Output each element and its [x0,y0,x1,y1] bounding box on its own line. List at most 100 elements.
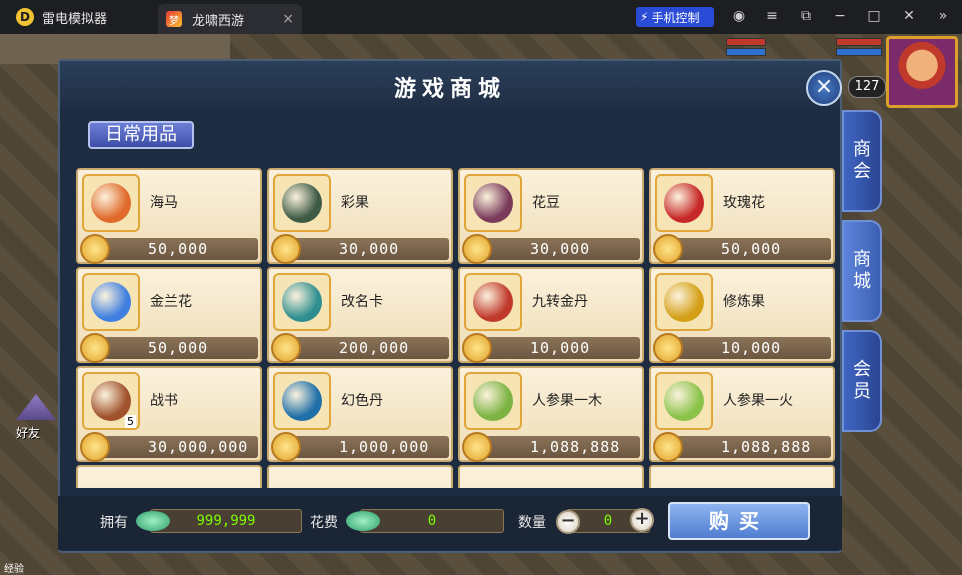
gold-coin-icon [80,234,110,264]
item-icon [655,174,713,232]
item-card[interactable]: 人参果一火 1,088,888 [649,366,835,462]
item-name: 金兰花 [150,294,192,310]
item-card[interactable]: 幻色丹 1,000,000 [267,366,453,462]
close-icon[interactable]: ✕ [900,8,918,24]
tab-game[interactable]: 梦 龙啸西游 × [158,4,302,34]
emulator-titlebar: D 雷电模拟器 梦 龙啸西游 × ⚡ 手机控制 ◉ ≡ ⧉ − □ ✕ » [0,0,962,34]
gold-coin-icon [80,432,110,462]
jade-icon [136,511,170,531]
gold-coin-icon [462,234,492,264]
tab-label: 龙啸西游 [192,13,245,29]
item-card[interactable]: 修炼果 10,000 [649,267,835,363]
tab-merchant-guild[interactable]: 商 会 [842,110,882,212]
tab-label: 商 [853,139,871,160]
game-icon: 梦 [166,11,182,27]
item-image [473,381,513,421]
shop-title-bar: 游戏商城 [60,61,840,109]
item-name: 花豆 [532,195,560,211]
exp-label: 经验 [4,564,24,575]
gold-coin-icon [462,333,492,363]
app-logo-icon: D [16,8,34,26]
tab-label: 会 [853,359,871,380]
item-icon [464,273,522,331]
account-icon[interactable]: ◉ [730,8,748,24]
item-card[interactable]: 人参果一木 1,088,888 [458,366,644,462]
friend-label: 好友 [16,426,41,440]
player-avatar[interactable] [886,36,958,108]
qty-plus-button[interactable]: + [630,508,654,532]
item-image [664,183,704,223]
item-card[interactable]: 海马 50,000 [76,168,262,264]
item-price: 50,000 [671,238,831,260]
phone-control-button[interactable]: ⚡ 手机控制 [636,7,714,27]
category-daily-items[interactable]: 日常用品 [88,121,194,149]
item-price: 10,000 [480,337,640,359]
app-name: 雷电模拟器 [42,11,108,27]
item-card[interactable]: 花豆 30,000 [458,168,644,264]
minimize-icon[interactable]: − [831,8,849,24]
menu-icon[interactable]: ≡ [763,8,781,24]
item-card[interactable] [267,465,453,488]
friend-hat-icon [16,394,56,420]
shop-title: 游戏商城 [393,77,506,102]
item-image [91,282,131,322]
hp-bar [726,38,766,46]
qty-minus-button[interactable]: − [556,510,580,534]
item-image [282,381,322,421]
item-name: 海马 [150,195,178,211]
item-name: 幻色丹 [341,393,383,409]
item-price: 30,000 [480,238,640,260]
item-name: 人参果一木 [532,393,602,409]
item-price: 30,000,000 [98,436,258,458]
gold-coin-icon [653,234,683,264]
buy-button[interactable]: 购买 [668,502,810,540]
cost-label: 花费 [310,515,338,531]
item-price: 1,088,888 [480,436,640,458]
expand-icon[interactable]: » [934,8,952,24]
jade-icon [346,511,380,531]
item-card[interactable]: 彩果 30,000 [267,168,453,264]
item-price: 1,088,888 [671,436,831,458]
item-card[interactable]: 九转金丹 10,000 [458,267,644,363]
item-card[interactable]: 金兰花 50,000 [76,267,262,363]
item-card[interactable] [458,465,644,488]
item-card[interactable]: 玫瑰花 50,000 [649,168,835,264]
player-hp-bar [836,38,882,46]
item-icon [464,372,522,430]
item-image [664,381,704,421]
item-card[interactable] [76,465,262,488]
item-card[interactable]: 5 战书 30,000,000 [76,366,262,462]
item-price: 10,000 [671,337,831,359]
item-image [473,282,513,322]
item-icon [464,174,522,232]
item-name: 修炼果 [723,294,765,310]
item-name: 改名卡 [341,294,383,310]
item-grid: 海马 50,000 彩果 30,000 花豆 30,000 玫瑰花 50,000 金兰花 50,0… [76,168,838,488]
item-name: 战书 [150,393,178,409]
maximize-icon[interactable]: □ [865,8,883,24]
tab-shop[interactable]: 商 城 [842,220,882,322]
item-card[interactable] [649,465,835,488]
item-image [91,183,131,223]
tab-label: 会 [853,161,871,182]
tab-close-icon[interactable]: × [282,11,294,27]
item-name: 九转金丹 [532,294,588,310]
item-count-badge: 5 [125,415,136,428]
item-card[interactable]: 改名卡 200,000 [267,267,453,363]
item-icon [82,174,140,232]
gold-coin-icon [80,333,110,363]
gold-coin-icon [271,333,301,363]
item-icon: 5 [82,372,140,430]
close-shop-button[interactable]: × [806,70,842,106]
item-price: 30,000 [289,238,449,260]
player-mp-bar [836,48,882,56]
item-image [473,183,513,223]
cost-value: 0 [360,509,504,533]
tab-member[interactable]: 会 员 [842,330,882,432]
tab-label: 员 [853,381,871,402]
item-icon [655,372,713,430]
gold-coin-icon [462,432,492,462]
friend-button[interactable]: 好友 [16,394,58,446]
tab-label: 城 [853,271,871,292]
restore-icon[interactable]: ⧉ [797,8,815,24]
